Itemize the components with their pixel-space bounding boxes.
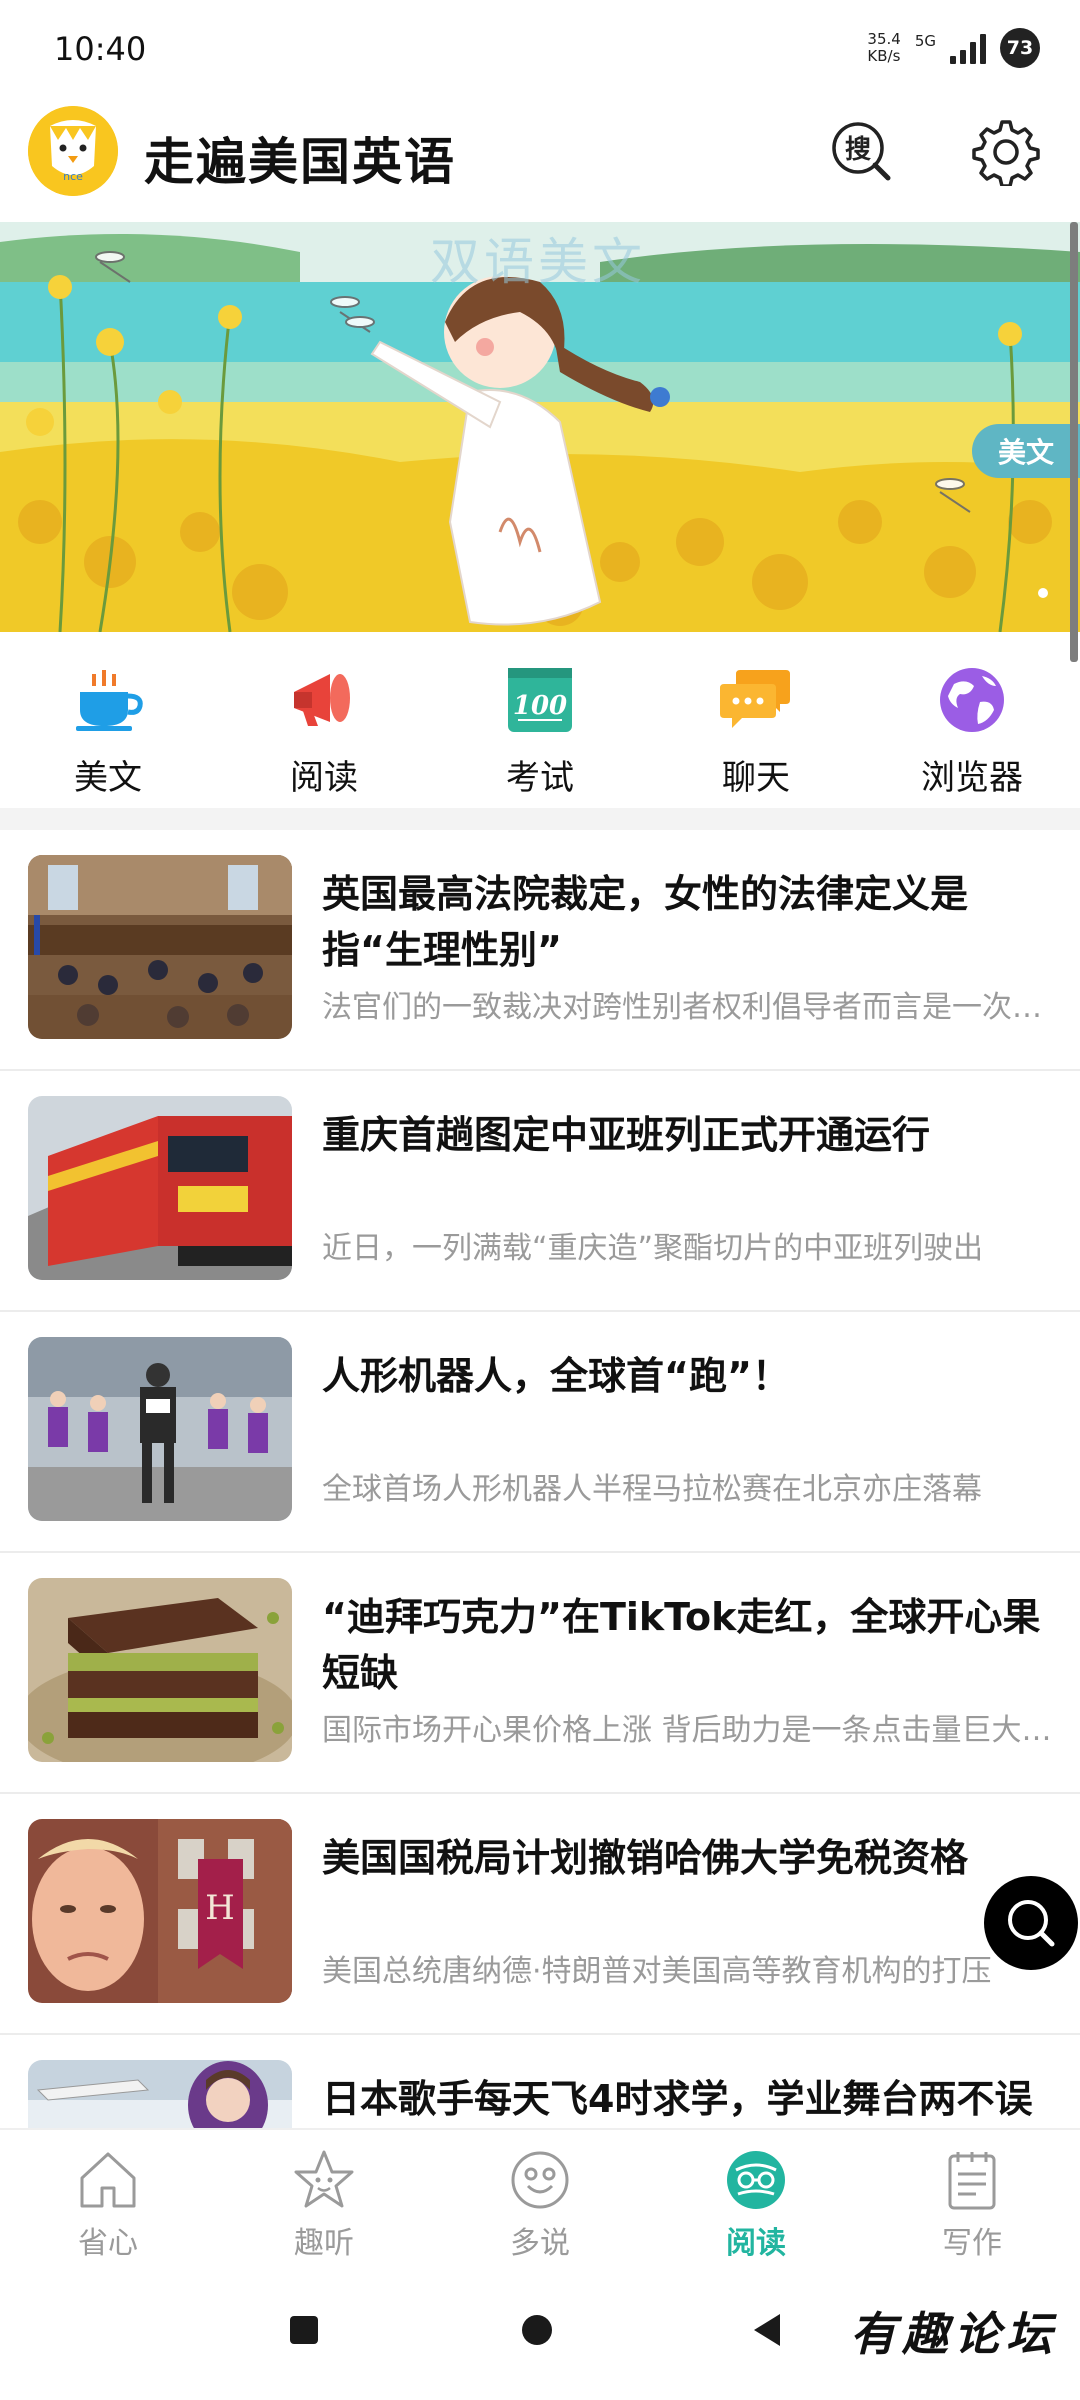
network-speed: 35.4 KB/s [867,31,900,65]
courtroom-image [28,855,292,1039]
nav-tab-quting[interactable]: 趣听 [216,2130,432,2280]
banner-watermark: 双语美文 [430,233,646,291]
forum-watermark: 有趣论坛 [850,2307,1058,2361]
home-icon [80,2152,136,2208]
recent-apps-button[interactable] [290,2316,318,2344]
floating-search-button[interactable] [984,1876,1078,1970]
status-time: 10:40 [54,30,147,68]
back-button[interactable] [754,2314,780,2346]
article-summary: 美国总统唐纳德·特朗普对美国高等教育机构的打压 [322,1954,992,1989]
article-title: “迪拜巧克力”在TikTok走红，全球开心果短缺 [322,1595,1041,1695]
network-speed-unit: KB/s [867,47,901,65]
article-thumbnail [28,1578,292,1762]
smiley-icon [511,2151,569,2209]
nav-tab-duoshuo[interactable]: 多说 [432,2130,648,2280]
category-label: 美文 [74,758,142,798]
nav-tab-yuedu[interactable]: 阅读 [648,2130,864,2280]
star-icon [294,2150,354,2208]
harvard-image: H [28,1819,292,2003]
megaphone-icon [294,674,350,726]
app-header: nce 走遍美国英语 搜 [0,100,1080,222]
nav-label: 多说 [510,2226,570,2261]
search-icon [1008,1900,1055,1947]
train-image [28,1096,292,1280]
bird-logo-icon: nce [28,106,118,196]
search-icon: 搜 [832,122,891,181]
svg-text:100: 100 [513,691,567,721]
nav-label: 阅读 [726,2226,786,2261]
battery-indicator: 73 [1000,28,1040,68]
category-row: 美文 阅读 100 考试 聊天 浏览器 [0,640,1080,808]
logo-text: nce [63,170,83,183]
svg-text:H: H [205,1888,235,1928]
status-indicators: 35.4 KB/s 5G 73 [867,28,1040,68]
app-logo[interactable]: nce [28,106,118,196]
scrollbar[interactable] [1070,222,1078,662]
nav-tab-xiezuo[interactable]: 写作 [864,2130,1080,2280]
carousel-indicator [1038,588,1048,598]
globe-icon [940,668,1004,732]
glasses-book-icon [727,2151,785,2209]
article-summary: 法官们的一致裁决对跨性别者权利倡导者而言是一次打击 [322,990,1052,1025]
nav-label: 省心 [78,2226,138,2261]
category-label: 浏览器 [921,758,1023,798]
bottom-navigation: 省心 趣听 多说 阅读 写作 [0,2128,1080,2278]
article-item[interactable]: 人形机器人，全球首“跑”！ 全球首场人形机器人半程马拉松赛在北京亦庄落幕 [0,1312,1080,1553]
category-liaotian[interactable]: 聊天 [648,640,864,808]
nav-label: 写作 [942,2226,1002,2261]
search-label: 搜 [845,135,871,165]
category-meiwen[interactable]: 美文 [0,640,216,808]
article-summary: 全球首场人形机器人半程马拉松赛在北京亦庄落幕 [322,1472,982,1507]
nav-label: 趣听 [294,2226,354,2261]
article-summary: 近日，一列满载“重庆造”聚酯切片的中亚班列驶出 [322,1231,984,1266]
banner-carousel[interactable]: 双语美文 美文 [0,222,1080,632]
article-title: 美国国税局计划撤销哈佛大学免税资格 [322,1836,969,1880]
search-button[interactable]: 搜 [830,120,894,184]
banner-tag[interactable]: 美文 [972,424,1080,478]
coffee-cup-icon [76,670,143,731]
chat-bubbles-icon [720,670,790,728]
article-thumbnail [28,1096,292,1280]
score-100-icon: 100 [508,668,572,732]
article-list: 英国最高法院裁定，女性的法律定义是指“生理性别” 法官们的一致裁决对跨性别者权利… [0,830,1080,2276]
category-label: 聊天 [722,758,790,798]
category-yuedu[interactable]: 阅读 [216,640,432,808]
category-kaoshi[interactable]: 100 考试 [432,640,648,808]
chocolate-image [28,1578,292,1762]
settings-button[interactable] [972,118,1040,188]
category-liulanqi[interactable]: 浏览器 [864,640,1080,808]
article-thumbnail: H [28,1819,292,2003]
home-button[interactable] [522,2315,552,2345]
notepad-icon [948,2152,996,2210]
gear-icon [972,120,1040,188]
network-type: 5G [914,32,936,50]
system-navigation-bar: 有趣论坛 [0,2278,1080,2400]
article-item[interactable]: “迪拜巧克力”在TikTok走红，全球开心果短缺 国际市场开心果价格上涨 背后助… [0,1553,1080,1794]
nav-tab-shengxin[interactable]: 省心 [0,2130,216,2280]
article-title: 英国最高法院裁定，女性的法律定义是指“生理性别” [322,872,969,972]
status-bar: 10:40 35.4 KB/s 5G 73 [0,0,1080,100]
app-title: 走遍美国英语 [144,133,456,191]
article-thumbnail [28,855,292,1039]
category-label: 阅读 [290,758,358,798]
article-title: 人形机器人，全球首“跑”！ [322,1354,790,1398]
article-item[interactable]: H 美国国税局计划撤销哈佛大学免税资格 美国总统唐纳德·特朗普对美国高等教育机构… [0,1794,1080,2035]
article-thumbnail [28,1337,292,1521]
category-label: 考试 [506,758,574,798]
article-item[interactable]: 英国最高法院裁定，女性的法律定义是指“生理性别” 法官们的一致裁决对跨性别者权利… [0,830,1080,1071]
article-title: 重庆首趟图定中亚班列正式开通运行 [322,1113,931,1157]
article-item[interactable]: 重庆首趟图定中亚班列正式开通运行 近日，一列满载“重庆造”聚酯切片的中亚班列驶出 [0,1071,1080,1312]
article-title: 日本歌手每天飞4时求学，学业舞台两不误 [322,2077,1033,2121]
network-speed-value: 35.4 [867,30,901,48]
section-divider [0,808,1080,830]
signal-strength-icon [950,32,986,64]
article-summary: 国际市场开心果价格上涨 背后助力是一条点击量巨大的视频 [322,1713,1052,1748]
robot-marathon-image [28,1337,292,1521]
